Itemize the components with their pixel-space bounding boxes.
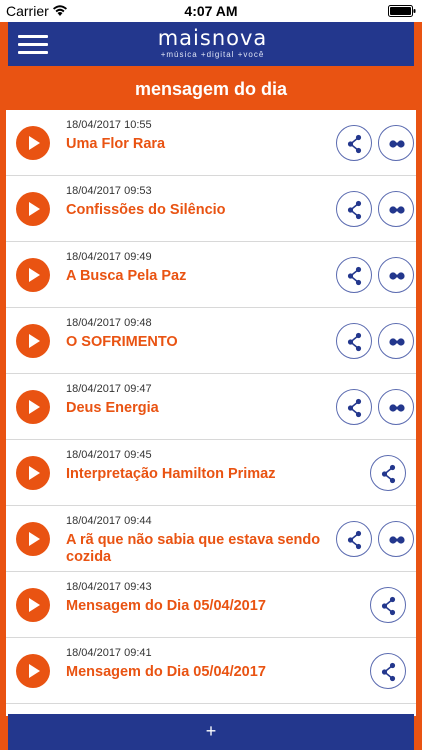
play-button[interactable]: [16, 522, 50, 556]
play-icon: [29, 136, 40, 150]
app-header: maisnova +música +digital +você: [8, 22, 414, 66]
share-icon: [347, 398, 362, 418]
more-button[interactable]: [378, 323, 414, 359]
play-button[interactable]: [16, 456, 50, 490]
list-item[interactable]: 18/04/2017 10:55 Uma Flor Rara: [6, 110, 416, 176]
item-title[interactable]: Deus Energia: [66, 400, 334, 417]
list-item[interactable]: 18/04/2017 09:53 Confissões do Silêncio: [6, 176, 416, 242]
item-title[interactable]: A Busca Pela Paz: [66, 268, 334, 285]
more-button[interactable]: [378, 257, 414, 293]
share-icon: [347, 266, 362, 286]
share-icon: [347, 332, 362, 352]
logo-name: maisnova: [157, 26, 268, 50]
menu-button[interactable]: [18, 32, 50, 56]
play-button[interactable]: [16, 258, 50, 292]
dots-icon: [389, 206, 405, 214]
dots-icon: [389, 272, 405, 280]
share-icon: [381, 662, 396, 682]
play-icon: [29, 268, 40, 282]
item-title[interactable]: A rã que não sabia que estava sendo cozi…: [66, 532, 334, 566]
logo: maisnova +música +digital +você: [140, 26, 285, 62]
share-button[interactable]: [336, 257, 372, 293]
item-title[interactable]: Mensagem do Dia 05/04/2017: [66, 664, 334, 681]
logo-tagline: +música +digital +você: [160, 50, 265, 59]
item-title[interactable]: Mensagem do Dia 05/04/2017: [66, 598, 334, 615]
play-button[interactable]: [16, 654, 50, 688]
share-icon: [381, 596, 396, 616]
play-button[interactable]: [16, 192, 50, 226]
share-button[interactable]: [336, 521, 372, 557]
dots-icon: [389, 140, 405, 148]
item-title[interactable]: Confissões do Silêncio: [66, 202, 334, 219]
item-date: 18/04/2017 10:55: [66, 119, 152, 131]
item-date: 18/04/2017 09:53: [66, 185, 152, 197]
item-date: 18/04/2017 09:41: [66, 647, 152, 659]
list-item[interactable]: 18/04/2017 09:47 Deus Energia: [6, 374, 416, 440]
more-button[interactable]: [378, 521, 414, 557]
share-icon: [347, 530, 362, 550]
play-button[interactable]: [16, 390, 50, 424]
play-button[interactable]: [16, 126, 50, 160]
play-icon: [29, 664, 40, 678]
list-item[interactable]: 18/04/2017 09:48 O SOFRIMENTO: [6, 308, 416, 374]
item-date: 18/04/2017 09:49: [66, 251, 152, 263]
play-icon: [29, 202, 40, 216]
item-date: 18/04/2017 09:43: [66, 581, 152, 593]
more-button[interactable]: [378, 125, 414, 161]
more-button[interactable]: [378, 191, 414, 227]
play-icon: [29, 466, 40, 480]
list-item[interactable]: 18/04/2017 09:49 A Busca Pela Paz: [6, 242, 416, 308]
item-title[interactable]: Interpretação Hamilton Primaz: [66, 466, 334, 483]
play-icon: [29, 334, 40, 348]
play-button[interactable]: [16, 588, 50, 622]
list-item[interactable]: 18/04/2017 09:45 Interpretação Hamilton P…: [6, 440, 416, 506]
dots-icon: [389, 404, 405, 412]
add-button[interactable]: +: [8, 714, 414, 750]
dots-icon: [389, 536, 405, 544]
more-button[interactable]: [378, 389, 414, 425]
item-date: 18/04/2017 09:48: [66, 317, 152, 329]
item-date: 18/04/2017 09:44: [66, 515, 152, 527]
dots-icon: [389, 338, 405, 346]
share-button[interactable]: [336, 191, 372, 227]
status-bar: Carrier 4:07 AM: [0, 0, 422, 22]
play-icon: [29, 598, 40, 612]
clock: 4:07 AM: [184, 3, 238, 19]
share-icon: [347, 200, 362, 220]
share-button[interactable]: [336, 323, 372, 359]
hamburger-icon: [18, 35, 48, 38]
list-item[interactable]: 18/04/2017 09:44 A rã que não sabia que e…: [6, 506, 416, 572]
list-item[interactable]: 18/04/2017 09:41 Mensagem do Dia 05/04/20…: [6, 638, 416, 704]
battery-icon: [388, 5, 416, 17]
item-title[interactable]: O SOFRIMENTO: [66, 334, 334, 351]
play-icon: [29, 400, 40, 414]
list-item[interactable]: 18/04/2017 09:43 Mensagem do Dia 05/04/20…: [6, 572, 416, 638]
share-icon: [347, 134, 362, 154]
play-icon: [29, 532, 40, 546]
item-date: 18/04/2017 09:47: [66, 383, 152, 395]
share-icon: [381, 464, 396, 484]
item-date: 18/04/2017 09:45: [66, 449, 152, 461]
share-button[interactable]: [336, 389, 372, 425]
share-button[interactable]: [370, 587, 406, 623]
share-button[interactable]: [370, 455, 406, 491]
play-button[interactable]: [16, 324, 50, 358]
item-title[interactable]: Uma Flor Rara: [66, 136, 334, 153]
share-button[interactable]: [370, 653, 406, 689]
share-button[interactable]: [336, 125, 372, 161]
page-title: mensagem do dia: [134, 79, 288, 99]
message-list: 18/04/2017 10:55 Uma Flor Rara 18/04/2017 …: [6, 110, 416, 716]
